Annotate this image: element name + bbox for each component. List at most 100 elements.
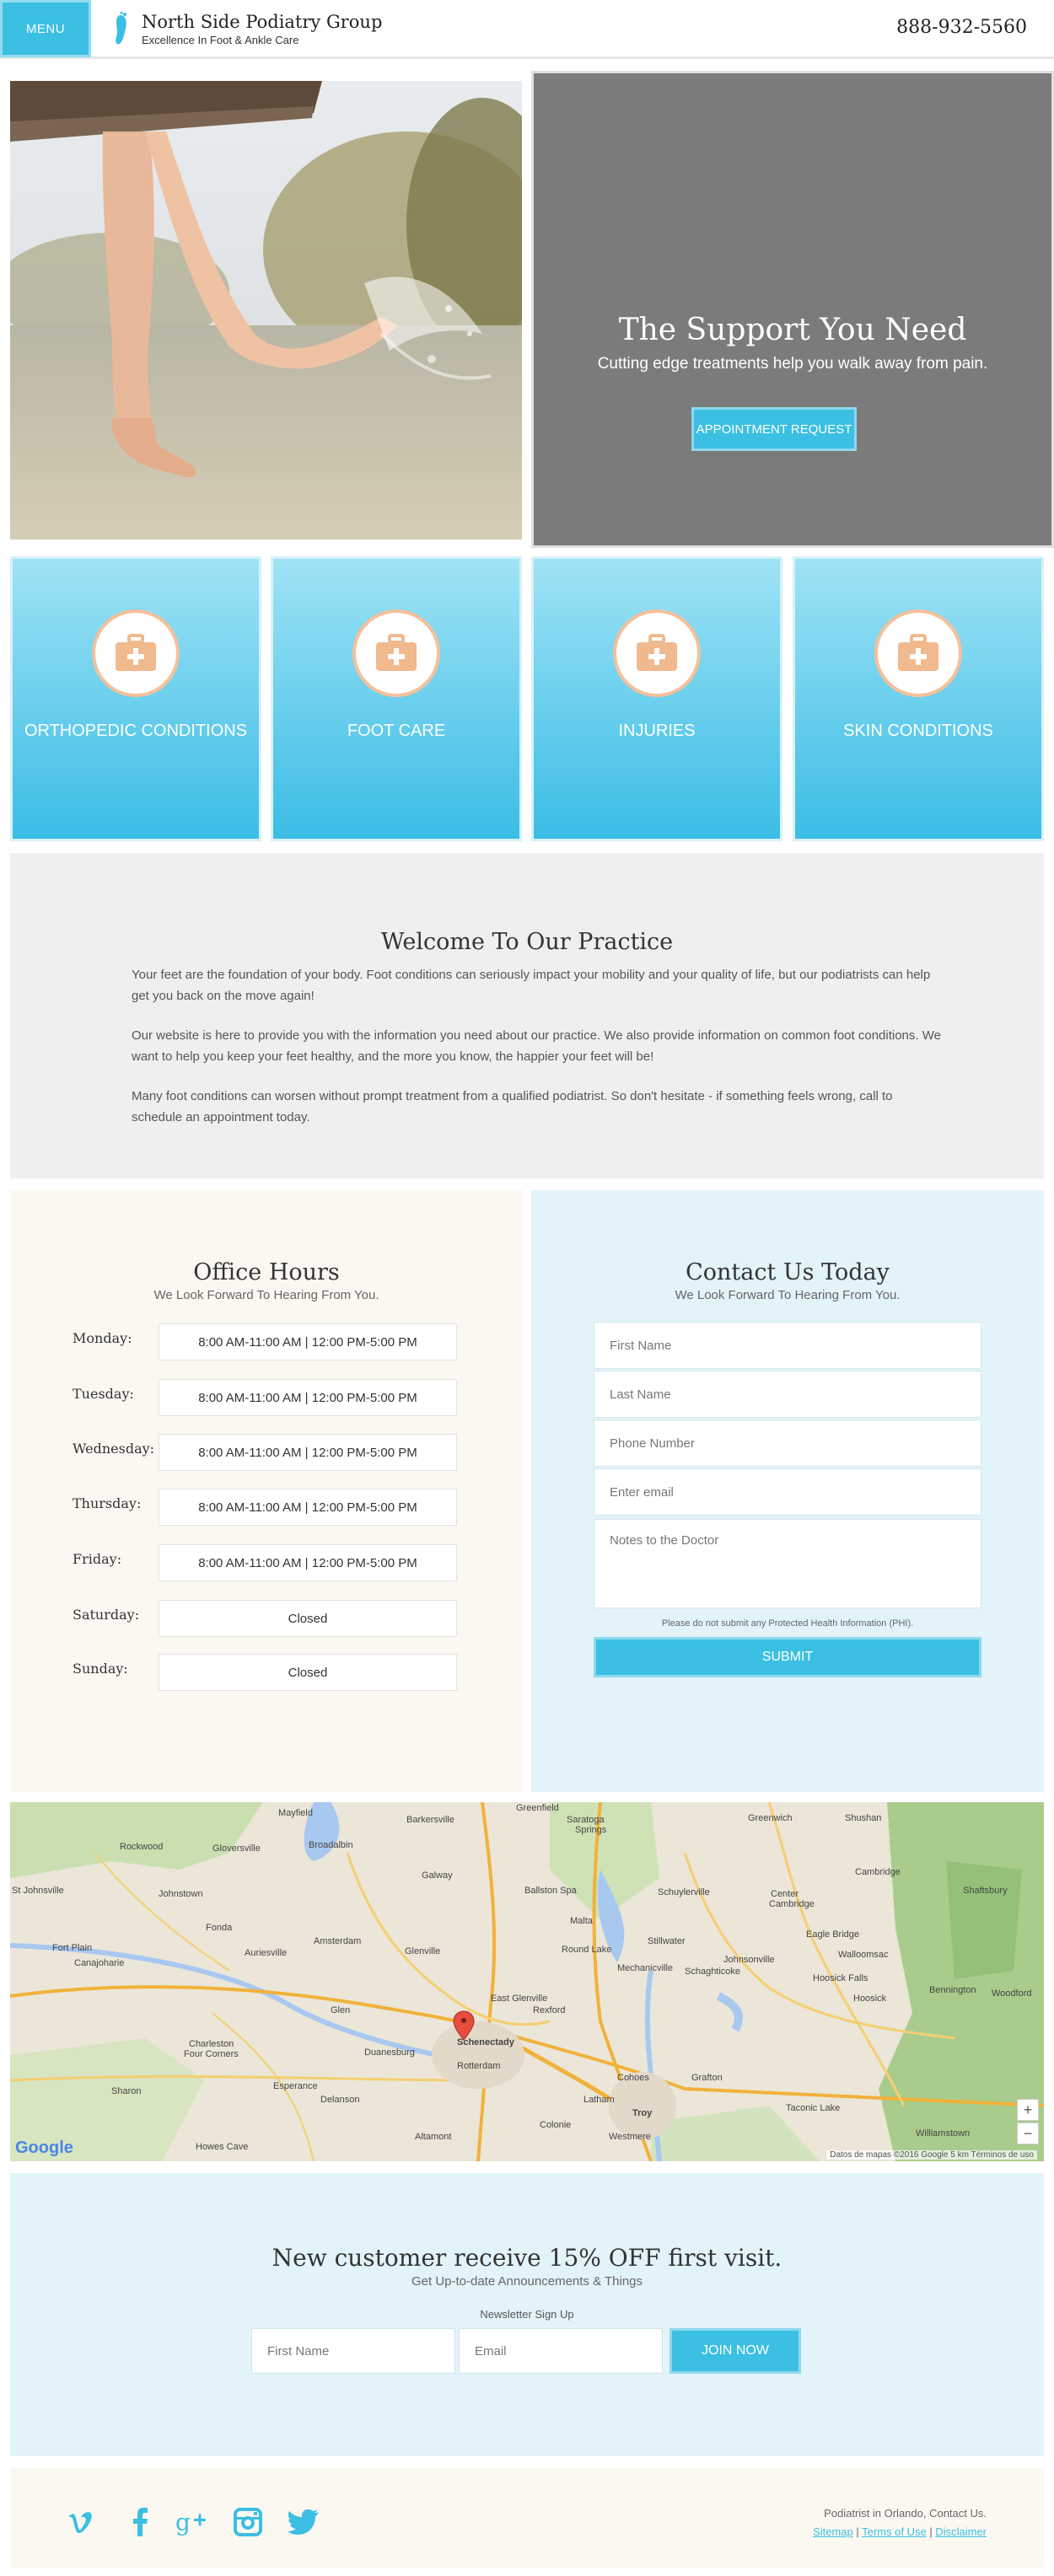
notes-textarea[interactable]: Notes to the Doctor	[594, 1519, 981, 1608]
svg-text:Round Lake: Round Lake	[562, 1945, 611, 1955]
svg-text:Shaftsbury: Shaftsbury	[963, 1886, 1008, 1896]
svg-text:Grafton: Grafton	[691, 2073, 723, 2083]
appointment-request-button[interactable]: APPOINTMENT REQUEST	[691, 407, 857, 451]
svg-text:Troy: Troy	[632, 2108, 653, 2118]
hours-slot: 8:00 AM-11:00 AM | 12:00 PM-5:00 PM	[159, 1379, 457, 1416]
office-hours-section: Office Hours We Look Forward To Hearing …	[10, 1190, 523, 1792]
hero-panel: The Support You Need Cutting edge treatm…	[531, 71, 1054, 548]
svg-text:Colonie: Colonie	[540, 2120, 571, 2130]
medical-kit-icon	[352, 609, 440, 697]
service-card-foot-care[interactable]: FOOT CARE	[271, 556, 522, 841]
facebook-icon[interactable]	[123, 2505, 157, 2539]
newsletter-first-name-input[interactable]: First Name	[251, 2328, 455, 2374]
svg-text:Four Corners: Four Corners	[184, 2049, 239, 2059]
site-header: MENU North Side Podiatry Group Excellenc…	[0, 0, 1054, 59]
service-card-orthopedic[interactable]: ORTHOPEDIC CONDITIONS	[10, 556, 261, 841]
svg-text:Hoosick Falls: Hoosick Falls	[813, 1973, 868, 1983]
svg-text:Howes Cave: Howes Cave	[196, 2142, 248, 2152]
disclaimer-link[interactable]: Disclaimer	[935, 2525, 987, 2538]
svg-text:Altamont: Altamont	[415, 2132, 451, 2142]
hours-slot: 8:00 AM-11:00 AM | 12:00 PM-5:00 PM	[159, 1434, 457, 1471]
newsletter-email-input[interactable]: Email	[459, 2328, 663, 2374]
svg-text:Ballston Spa: Ballston Spa	[524, 1886, 578, 1896]
zoom-in-button[interactable]: +	[1017, 2099, 1039, 2121]
svg-text:Esperance: Esperance	[273, 2081, 318, 2091]
service-label: INJURIES	[618, 722, 696, 740]
service-label: FOOT CARE	[347, 722, 446, 740]
terms-of-use-link[interactable]: Terms of Use	[862, 2525, 927, 2538]
phi-notice: Please do not submit any Protected Healt…	[661, 1618, 914, 1629]
hours-slot: Closed	[159, 1654, 457, 1691]
welcome-paragraph: Your feet are the foundation of your bod…	[132, 968, 931, 1003]
newsletter-signup-label: Newsletter Sign Up	[480, 2308, 574, 2321]
svg-text:Malta: Malta	[570, 1916, 594, 1926]
menu-button[interactable]: MENU	[0, 0, 91, 57]
google-logo[interactable]: Google	[15, 2139, 73, 2158]
day-label: Wednesday:	[73, 1441, 155, 1457]
svg-text:East Glenville: East Glenville	[491, 1994, 547, 2004]
service-card-injuries[interactable]: INJURIES	[531, 556, 782, 841]
google-plus-icon[interactable]: g	[175, 2505, 209, 2539]
phone-number[interactable]: 888-932-5560	[896, 17, 1027, 38]
svg-text:Gloversville: Gloversville	[212, 1843, 261, 1854]
svg-text:Johnstown: Johnstown	[159, 1889, 203, 1899]
hero-subtitle: Cutting edge treatments help you walk aw…	[597, 355, 988, 373]
footer-links: Sitemap | Terms of Use | Disclaimer	[813, 2525, 987, 2538]
svg-text:Cohoes: Cohoes	[617, 2073, 649, 2083]
welcome-paragraph: Many foot conditions can worsen without …	[132, 1089, 893, 1124]
svg-text:Cambridge: Cambridge	[855, 1867, 901, 1877]
svg-text:Schaghticoke: Schaghticoke	[685, 1967, 740, 1977]
map-attribution[interactable]: Datos de mapas ©2016 Google 5 km Término…	[826, 2150, 1037, 2160]
hero-title: The Support You Need	[618, 313, 967, 347]
day-label: Monday:	[73, 1330, 132, 1346]
svg-text:Walloomsac: Walloomsac	[838, 1950, 889, 1960]
svg-text:Woodford: Woodford	[992, 1988, 1032, 1999]
email-field[interactable]: Enter email	[594, 1468, 981, 1516]
svg-text:St Johnsville: St Johnsville	[12, 1886, 64, 1896]
newsletter-title: New customer receive 15% OFF first visit…	[272, 2244, 782, 2272]
svg-text:Sharon: Sharon	[111, 2086, 141, 2096]
service-label: ORTHOPEDIC CONDITIONS	[24, 722, 248, 740]
brand-tagline: Excellence In Foot & Ankle Care	[142, 34, 299, 46]
svg-text:Glen: Glen	[331, 2005, 350, 2015]
day-label: Sunday:	[73, 1661, 128, 1677]
welcome-section: Welcome To Our Practice Your feet are th…	[10, 853, 1044, 1178]
svg-text:Amsterdam: Amsterdam	[314, 1936, 361, 1946]
svg-text:Schenectady: Schenectady	[457, 2037, 515, 2047]
day-label: Tuesday:	[73, 1386, 134, 1402]
hours-slot: 8:00 AM-11:00 AM | 12:00 PM-5:00 PM	[159, 1544, 457, 1581]
svg-text:Rotterdam: Rotterdam	[457, 2061, 500, 2071]
svg-text:Latham: Latham	[583, 2095, 615, 2105]
svg-text:Rockwood: Rockwood	[120, 1842, 163, 1852]
svg-text:Schuylerville: Schuylerville	[658, 1887, 710, 1897]
contact-title: Contact Us Today	[686, 1259, 890, 1285]
twitter-icon[interactable]	[287, 2505, 320, 2539]
last-name-field[interactable]: Last Name	[594, 1371, 981, 1418]
contact-subtitle: We Look Forward To Hearing From You.	[675, 1288, 901, 1302]
submit-button[interactable]: SUBMIT	[594, 1637, 981, 1677]
vimeo-icon[interactable]	[64, 2505, 98, 2539]
svg-text:Cambridge: Cambridge	[769, 1899, 815, 1909]
svg-text:Fonda: Fonda	[206, 1923, 233, 1933]
svg-text:Greenwich: Greenwich	[748, 1813, 793, 1823]
footprint-logo-icon[interactable]	[110, 12, 132, 47]
map-canvas[interactable]: Mayfield Barkersville Greenfield Saratog…	[10, 1802, 1044, 2161]
zoom-out-button[interactable]: −	[1017, 2123, 1039, 2144]
brand-name[interactable]: North Side Podiatry Group	[142, 12, 382, 32]
service-card-skin-conditions[interactable]: SKIN CONDITIONS	[793, 556, 1044, 841]
instagram-icon[interactable]	[231, 2505, 265, 2539]
map[interactable]: Mayfield Barkersville Greenfield Saratog…	[10, 1802, 1044, 2161]
day-label: Thursday:	[73, 1495, 142, 1511]
hours-slot: 8:00 AM-11:00 AM | 12:00 PM-5:00 PM	[159, 1323, 457, 1360]
svg-text:Delanson: Delanson	[320, 2095, 359, 2105]
svg-text:Canajoharie: Canajoharie	[74, 1958, 124, 1968]
svg-text:Saratoga: Saratoga	[567, 1815, 605, 1825]
join-now-button[interactable]: JOIN NOW	[670, 2328, 801, 2374]
phone-number-field[interactable]: Phone Number	[594, 1419, 981, 1467]
sitemap-link[interactable]: Sitemap	[813, 2525, 853, 2538]
first-name-field[interactable]: First Name	[594, 1322, 981, 1369]
svg-text:Springs: Springs	[575, 1825, 607, 1835]
svg-text:Glenville: Glenville	[405, 1946, 440, 1956]
newsletter-section: New customer receive 15% OFF first visit…	[10, 2173, 1044, 2456]
welcome-paragraph: Our website is here to provide you with …	[132, 1028, 941, 1064]
